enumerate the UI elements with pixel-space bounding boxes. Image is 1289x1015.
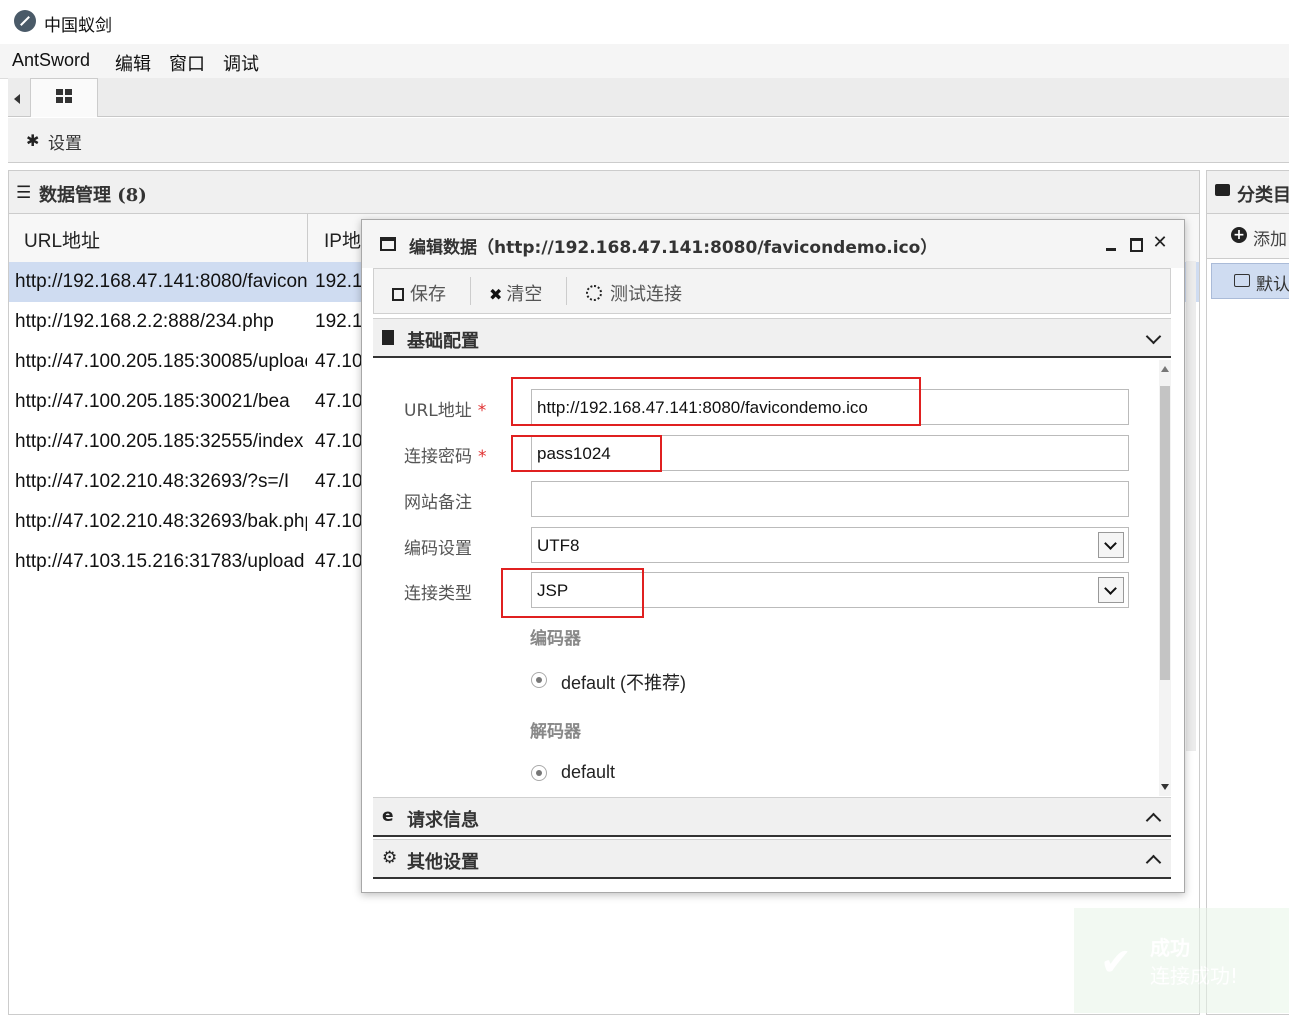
document-icon	[382, 330, 394, 345]
category-item-label: 默认分类	[1256, 275, 1289, 295]
note-input[interactable]	[531, 481, 1129, 517]
category-panel: 分类目录 + 添加 默认分类	[1206, 170, 1289, 1015]
encoder-label: 编码器	[530, 629, 581, 649]
decoder-radio-default[interactable]	[531, 765, 547, 781]
cell-url: http://192.168.2.2:888/234.php	[15, 311, 274, 332]
scroll-down-icon[interactable]	[1161, 784, 1169, 790]
encoding-label: 编码设置	[404, 539, 472, 559]
section-title: 基础配置	[407, 331, 479, 352]
basic-config-form: URL地址 * http://192.168.47.141:8080/favico…	[373, 360, 1171, 796]
cell-url: http://47.102.210.48:32693/?s=/I	[15, 471, 290, 492]
cell-url: http://47.100.205.185:32555/index	[15, 431, 304, 452]
category-title: 分类目录	[1237, 185, 1289, 206]
spinner-icon	[586, 285, 602, 301]
tab-home[interactable]	[30, 78, 98, 117]
section-title: 请求信息	[407, 810, 479, 831]
ie-icon: e	[382, 806, 394, 826]
close-icon[interactable]: ✕	[1151, 234, 1169, 252]
toast-message: 连接成功!	[1150, 964, 1239, 988]
clear-button[interactable]: ✖ 清空	[489, 280, 542, 305]
highlight-box	[511, 377, 921, 426]
chevron-up-icon[interactable]	[1145, 812, 1162, 829]
password-label: 连接密码 *	[404, 447, 487, 467]
toast-title: 成功	[1150, 936, 1190, 960]
dialog-toolbar: 保存 ✖ 清空 测试连接	[373, 268, 1171, 314]
save-icon	[392, 288, 404, 301]
scroll-up-icon[interactable]	[1161, 366, 1169, 372]
cell-url: http://47.100.205.185:30021/bea	[15, 391, 290, 412]
decoder-label: 解码器	[530, 722, 581, 742]
encoding-select[interactable]: UTF8	[531, 527, 1129, 563]
type-label: 连接类型	[404, 584, 472, 604]
edit-data-dialog: 编辑数据（http://192.168.47.141:8080/favicond…	[361, 219, 1185, 893]
add-category-button[interactable]: 添加	[1253, 225, 1287, 250]
chevron-down-icon[interactable]	[1098, 532, 1124, 558]
section-basic-config[interactable]: 基础配置	[373, 318, 1171, 358]
section-title: 其他设置	[407, 852, 479, 873]
menu-bar: AntSword 编辑 窗口 调试	[0, 44, 1289, 79]
cell-url: http://47.100.205.185:30085/upload	[15, 351, 307, 372]
cell-url: http://47.103.15.216:31783/upload	[15, 551, 305, 572]
plus-circle-icon[interactable]: +	[1231, 227, 1247, 243]
success-toast: ✔ 成功 连接成功!	[1074, 908, 1289, 1013]
chevron-down-icon[interactable]	[1145, 328, 1162, 345]
tab-scroll-left-icon[interactable]	[8, 78, 28, 116]
check-icon: ✔	[1100, 940, 1132, 984]
menu-edit[interactable]: 编辑	[115, 50, 151, 76]
highlight-box	[501, 568, 644, 618]
chevron-up-icon[interactable]	[1145, 854, 1162, 871]
menu-antsword[interactable]: AntSword	[12, 50, 90, 71]
encoding-select-value: UTF8	[537, 536, 580, 555]
main-toolbar: ✱ 设置	[8, 118, 1289, 163]
scrollbar-thumb[interactable]	[1160, 386, 1170, 680]
folder-icon	[1215, 184, 1230, 196]
menu-debug[interactable]: 调试	[223, 50, 259, 76]
decoder-option-label[interactable]: default	[561, 762, 615, 783]
cell-url: http://47.102.210.48:32693/bak.php	[15, 511, 307, 532]
category-header: 分类目录	[1207, 171, 1289, 214]
section-request-info[interactable]: e 请求信息	[373, 797, 1171, 837]
window-titlebar: 中国蚁剑	[0, 0, 1289, 44]
menu-window[interactable]: 窗口	[169, 50, 205, 76]
category-item-default[interactable]: 默认分类	[1211, 263, 1289, 299]
list-icon: ☰	[16, 183, 32, 203]
column-header-url[interactable]: URL地址	[24, 226, 100, 253]
save-button[interactable]: 保存	[392, 280, 446, 305]
maximize-icon[interactable]	[1127, 234, 1145, 252]
tab-bar	[8, 78, 1289, 117]
dialog-title: 编辑数据（http://192.168.47.141:8080/favicond…	[409, 238, 938, 258]
chevron-down-icon[interactable]	[1098, 577, 1124, 603]
cell-url: http://192.168.47.141:8080/favicondemo.i…	[15, 271, 307, 292]
test-connection-button[interactable]: 测试连接	[586, 280, 682, 305]
toolbar-divider	[470, 277, 471, 305]
category-toolbar: + 添加	[1207, 214, 1289, 259]
section-other-settings[interactable]: ⚙ 其他设置	[373, 839, 1171, 879]
gear-icon[interactable]: ✱	[26, 131, 39, 150]
encoder-radio-default[interactable]	[531, 672, 547, 688]
toolbar-divider	[566, 277, 567, 305]
settings-button[interactable]: 设置	[48, 129, 82, 154]
highlight-box	[511, 435, 662, 472]
column-divider[interactable]	[307, 214, 308, 262]
window-icon	[380, 237, 396, 251]
url-label: URL地址 *	[404, 401, 487, 421]
panel-header: ☰ 数据管理 (8)	[9, 171, 1199, 214]
table-scrollbar[interactable]	[1186, 261, 1196, 751]
encoder-option-label[interactable]: default (不推荐)	[561, 669, 686, 695]
gears-icon: ⚙	[382, 848, 398, 868]
folder-outline-icon	[1234, 274, 1250, 287]
minimize-icon[interactable]	[1102, 234, 1120, 252]
app-title: 中国蚁剑	[44, 16, 112, 36]
panel-title: 数据管理 (8)	[39, 185, 147, 206]
clear-icon: ✖	[489, 285, 503, 304]
grid-icon	[56, 89, 72, 103]
dialog-titlebar[interactable]: 编辑数据（http://192.168.47.141:8080/favicond…	[362, 220, 1184, 268]
antsword-logo-icon	[14, 10, 36, 32]
note-label: 网站备注	[404, 493, 472, 513]
form-scrollbar[interactable]	[1159, 360, 1171, 796]
